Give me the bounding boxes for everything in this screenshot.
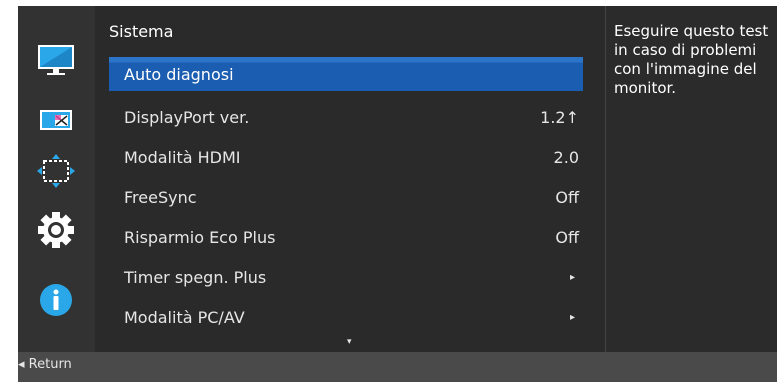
menu-item-auto-diagnosi[interactable]: Auto diagnosi — [109, 57, 583, 91]
menu-item-freesync[interactable]: FreeSync Off — [109, 180, 583, 214]
menu-item-label: Risparmio Eco Plus — [124, 227, 276, 247]
menu-item-risparmio-eco-plus[interactable]: Risparmio Eco Plus Off — [109, 220, 583, 254]
chevron-right-icon: ▸ — [569, 271, 575, 283]
info-icon[interactable] — [34, 280, 78, 320]
footer-bar — [18, 352, 777, 382]
picture-icon[interactable] — [34, 40, 78, 80]
description-text: Eseguire questo test in caso di problemi… — [605, 6, 777, 352]
return-button[interactable]: ◂ Return — [18, 353, 72, 372]
menu-item-label: DisplayPort ver. — [124, 107, 250, 127]
scroll-down-icon[interactable]: ▾ — [347, 337, 352, 347]
menu-item-timer-spegn-plus[interactable]: Timer spegn. Plus ▸ — [109, 260, 583, 294]
return-label: ◂ Return — [18, 357, 72, 372]
position-icon[interactable] — [34, 151, 78, 191]
menu-item-label: FreeSync — [124, 187, 197, 207]
menu-item-label: Modalità HDMI — [124, 147, 241, 167]
osd-panel: Sistema Auto diagnosi DisplayPort ver. 1… — [18, 6, 777, 382]
system-menu: Sistema Auto diagnosi DisplayPort ver. 1… — [95, 6, 605, 352]
menu-item-value: Off — [555, 227, 579, 247]
menu-item-displayport-ver[interactable]: DisplayPort ver. 1.2↑ — [109, 100, 583, 134]
sidebar — [18, 6, 95, 352]
menu-item-value: Off — [555, 187, 579, 207]
menu-item-modalita-pc-av[interactable]: Modalità PC/AV ▸ — [109, 300, 583, 334]
screen-size-icon[interactable] — [34, 100, 78, 140]
menu-title: Sistema — [109, 22, 174, 41]
chevron-right-icon: ▸ — [569, 311, 575, 323]
menu-item-label: Timer spegn. Plus — [124, 267, 267, 287]
menu-item-label: Modalità PC/AV — [124, 307, 245, 327]
menu-item-value: 2.0 — [553, 147, 579, 167]
menu-item-modalita-hdmi[interactable]: Modalità HDMI 2.0 — [109, 140, 583, 174]
menu-item-label: Auto diagnosi — [124, 64, 234, 84]
menu-item-value: 1.2↑ — [540, 107, 579, 127]
settings-gear-icon[interactable] — [34, 210, 78, 250]
